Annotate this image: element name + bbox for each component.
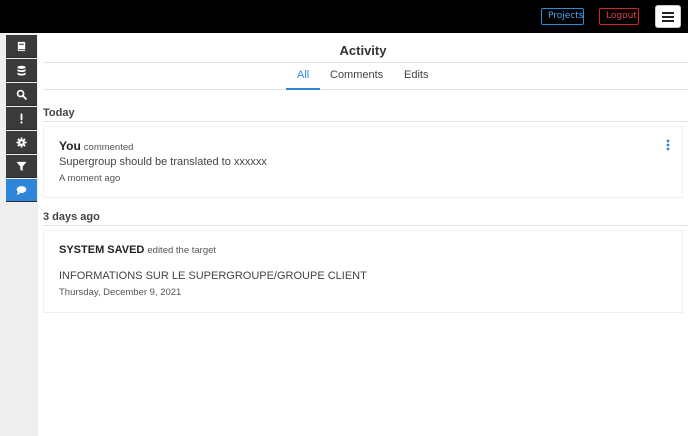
divider [43,62,688,63]
main-content: Activity All Comments Edits Today You com… [38,33,688,436]
group-heading-3-days-ago: 3 days ago [43,211,100,223]
tab-all[interactable]: All [297,69,309,81]
activity-body: INFORMATIONS SUR LE SUPERGROUPE/GROUPE C… [59,270,367,282]
activity-header: You commented [59,139,133,153]
sidebar-item-activity[interactable] [6,179,37,202]
projects-button[interactable]: Projects [541,8,584,25]
activity-card: You commented Supergroup should be transl… [43,126,683,198]
page-title: Activity [339,43,387,58]
tabs-divider [43,89,688,90]
tab-comments[interactable]: Comments [330,69,383,81]
hamburger-icon [662,11,674,22]
activity-verb: commented [83,142,134,153]
database-icon [17,65,26,76]
filter-icon [16,161,27,171]
sidebar-item-filter[interactable] [6,155,37,178]
sidebar-item-database[interactable] [6,59,37,82]
activity-actor: You [59,139,81,153]
sidebar-item-search[interactable] [6,83,37,106]
activity-header: SYSTEM SAVED edited the target [59,244,216,256]
sidebar [0,33,38,436]
activity-card: SYSTEM SAVED edited the target INFORMATIO… [43,230,683,313]
tab-edits[interactable]: Edits [404,69,428,81]
exclamation-icon [20,112,23,124]
sidebar-item-alerts[interactable] [6,107,37,130]
logout-button[interactable]: Logout [599,8,639,25]
activity-verb: edited the target [147,245,217,256]
activity-timestamp: Thursday, December 9, 2021 [59,287,182,298]
search-icon [16,89,27,100]
activity-actor: SYSTEM SAVED [59,244,145,256]
group-heading-today: Today [43,107,75,119]
activity-timestamp: A moment ago [59,173,121,184]
book-icon [17,41,26,51]
group-divider [43,121,688,122]
activity-body: Supergroup should be translated to xxxxx… [59,156,267,168]
comment-icon [16,185,27,195]
more-options-icon[interactable] [666,139,670,151]
sidebar-item-settings[interactable] [6,131,37,154]
menu-button[interactable] [655,5,681,28]
active-tab-indicator [286,88,320,90]
sidebar-item-book[interactable] [6,35,37,58]
top-navbar: Projects Logout [0,0,688,33]
group-divider [43,225,688,226]
gear-icon [16,136,27,148]
